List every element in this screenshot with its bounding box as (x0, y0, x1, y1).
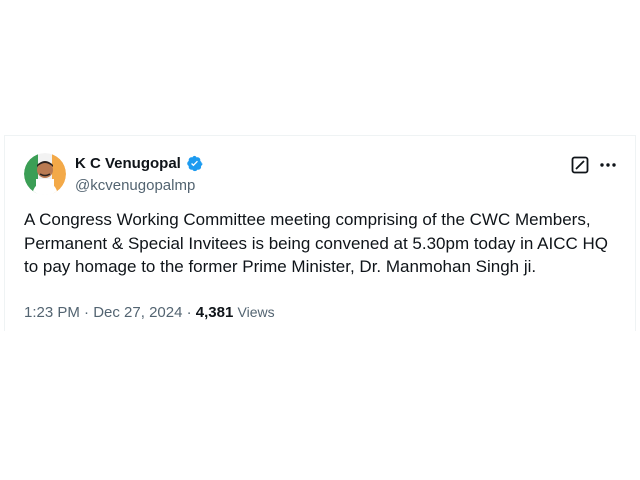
more-options-icon[interactable] (599, 156, 617, 174)
author-name-row: K C Venugopal (75, 155, 203, 172)
meta-separator: · (186, 304, 192, 321)
views-count: 4,381 (195, 304, 234, 321)
tweet-date[interactable]: Dec 27, 2024 (93, 304, 182, 321)
avatar[interactable] (24, 153, 66, 195)
avatar-image (24, 153, 66, 195)
meta-separator: · (84, 304, 90, 321)
tweet-time[interactable]: 1:23 PM (24, 304, 80, 321)
display-name[interactable]: K C Venugopal (75, 155, 181, 172)
tweet-meta: 1:23 PM · Dec 27, 2024 · 4,381 Views (24, 304, 275, 321)
views-label: Views (237, 304, 275, 320)
grok-icon[interactable] (571, 156, 589, 174)
tweet-text: A Congress Working Committee meeting com… (24, 210, 608, 276)
verified-badge-icon (186, 155, 203, 172)
handle[interactable]: @kcvenugopalmp (75, 177, 195, 194)
tweet-card: K C Venugopal @kcvenugopalmp A Congress … (4, 135, 636, 331)
